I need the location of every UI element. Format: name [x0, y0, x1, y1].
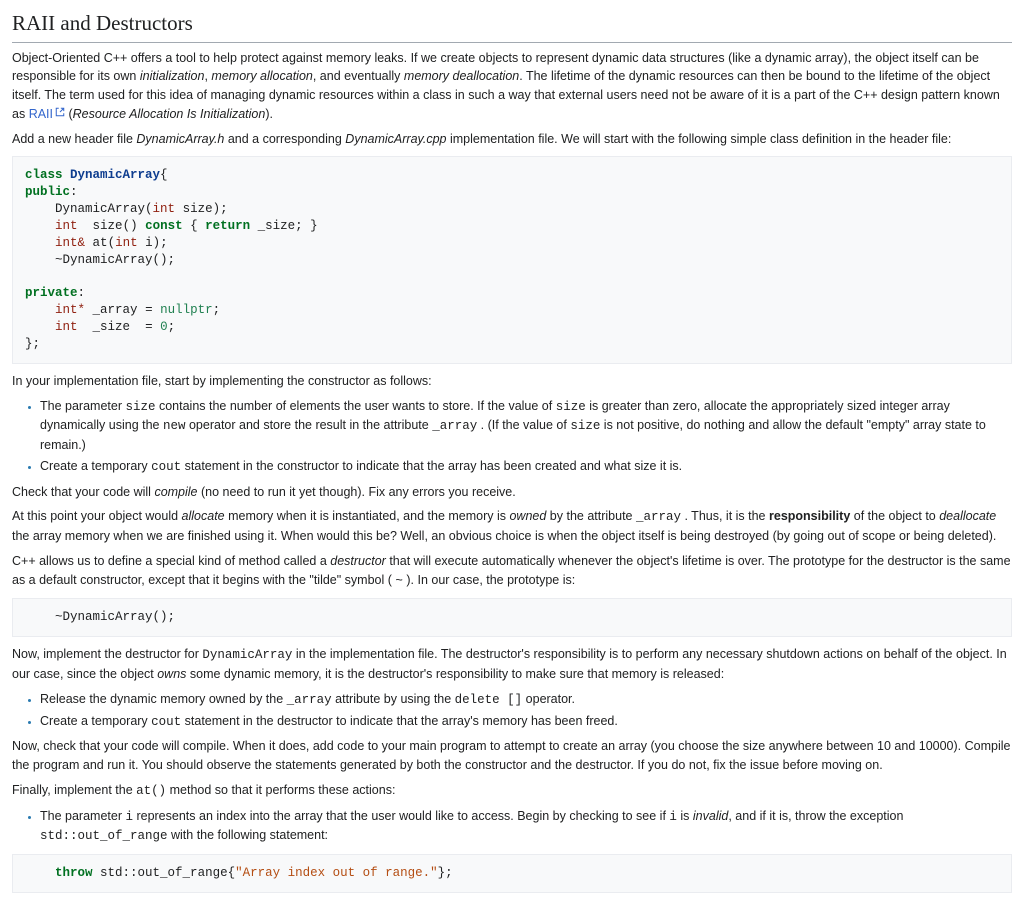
text: (	[65, 107, 73, 121]
responsibility-bold: responsibility	[769, 509, 850, 523]
filename-header: DynamicArray.h	[136, 132, 224, 146]
code-at: at()	[136, 784, 166, 798]
filename-cpp: DynamicArray.cpp	[345, 132, 446, 146]
term-memory-allocation: memory allocation	[211, 69, 312, 83]
at-method-paragraph: Finally, implement the at() method so th…	[12, 781, 1012, 801]
term-raii-expansion: Resource Allocation Is Initialization	[73, 107, 266, 121]
list-item: The parameter size contains the number o…	[40, 397, 1012, 455]
destructor-paragraph: C++ allows us to define a special kind o…	[12, 552, 1012, 591]
destructor-steps-list: Release the dynamic memory owned by the …	[40, 690, 1012, 732]
at-steps-list: The parameter i represents an index into…	[40, 807, 1012, 847]
page-title: RAII and Destructors	[12, 8, 1012, 43]
term-memory-deallocation: memory deallocation	[404, 69, 519, 83]
code-out-of-range: std::out_of_range	[40, 829, 168, 843]
code-block-destructor-proto: ~DynamicArray();	[12, 598, 1012, 637]
raii-link[interactable]: RAII	[29, 107, 65, 121]
code-block-throw: throw std::out_of_range{"Array index out…	[12, 854, 1012, 893]
code-array-attr: _array	[432, 419, 477, 433]
list-item: Create a temporary cout statement in the…	[40, 457, 1012, 477]
code-delete: delete []	[455, 693, 523, 707]
compile-check-2: Now, check that your code will compile. …	[12, 737, 1012, 775]
text: , and eventually	[313, 69, 404, 83]
code-size: size	[125, 400, 155, 414]
text: ).	[265, 107, 273, 121]
code-new: new	[163, 419, 186, 433]
code-cout: cout	[151, 460, 181, 474]
list-item: The parameter i represents an index into…	[40, 807, 1012, 847]
impl-intro: In your implementation file, start by im…	[12, 372, 1012, 391]
intro-paragraph-2: Add a new header file DynamicArray.h and…	[12, 130, 1012, 149]
implement-destructor-paragraph: Now, implement the destructor for Dynami…	[12, 645, 1012, 684]
intro-paragraph-1: Object-Oriented C++ offers a tool to hel…	[12, 49, 1012, 124]
list-item: Release the dynamic memory owned by the …	[40, 690, 1012, 710]
compile-check-1: Check that your code will compile (no ne…	[12, 483, 1012, 502]
text: implementation file. We will start with …	[446, 132, 951, 146]
allocate-paragraph: At this point your object would allocate…	[12, 507, 1012, 546]
text: and a corresponding	[224, 132, 345, 146]
term-initialization: initialization	[140, 69, 205, 83]
text: Add a new header file	[12, 132, 136, 146]
constructor-steps-list: The parameter size contains the number o…	[40, 397, 1012, 477]
code-block-class-definition: class DynamicArray{ public: DynamicArray…	[12, 156, 1012, 364]
external-link-icon	[55, 107, 65, 117]
list-item: Create a temporary cout statement in the…	[40, 712, 1012, 732]
